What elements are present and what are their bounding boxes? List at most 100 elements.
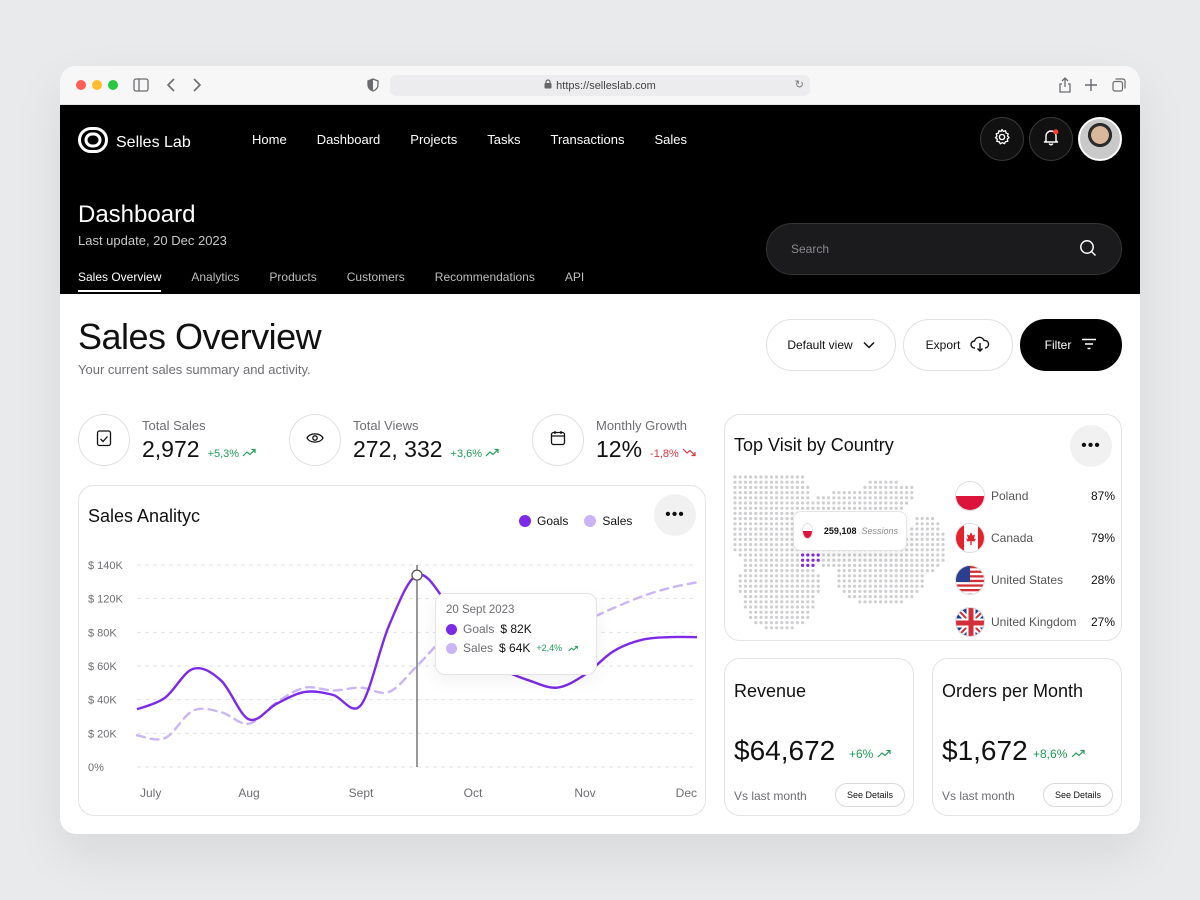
settings-button[interactable] (980, 117, 1024, 161)
map-dot (858, 595, 862, 599)
address-bar[interactable]: https://selleslab.com ↻ (390, 75, 810, 96)
map-dot (738, 527, 742, 531)
map-dot (780, 558, 784, 562)
map-dot (837, 491, 841, 495)
sidebar-toggle-icon[interactable] (132, 76, 150, 94)
map-dot (910, 584, 914, 588)
map-dot (858, 574, 862, 578)
map-dot (941, 548, 945, 552)
map-dot (775, 626, 779, 630)
new-tab-icon[interactable] (1082, 76, 1100, 94)
export-button[interactable]: Export (903, 319, 1013, 371)
nav-sales[interactable]: Sales (654, 132, 687, 147)
country-row[interactable]: United Kingdom 27% (955, 601, 1115, 643)
map-dot (759, 621, 763, 625)
map-dot (884, 553, 888, 557)
map-dot (790, 563, 794, 567)
map-dot (821, 558, 825, 562)
maximize-window-button[interactable] (108, 80, 118, 90)
tab-products[interactable]: Products (269, 270, 316, 292)
avatar[interactable] (1078, 117, 1122, 161)
map-dot (769, 558, 773, 562)
map-dot (879, 485, 883, 489)
map-dot (910, 553, 914, 557)
reload-icon[interactable]: ↻ (795, 78, 804, 91)
map-dot (775, 563, 779, 567)
revenue-see-details-button[interactable]: See Details (835, 783, 906, 807)
map-dot (743, 574, 747, 578)
map-dot (863, 595, 867, 599)
nav-home[interactable]: Home (252, 132, 287, 147)
more-options-button[interactable]: ••• (1070, 425, 1112, 467)
map-dot (743, 548, 747, 552)
map-dot (754, 589, 758, 593)
map-dot (743, 511, 747, 515)
country-row[interactable]: United States 28% (955, 559, 1115, 601)
map-dot (749, 496, 753, 500)
forward-icon[interactable] (188, 76, 206, 94)
map-dot (868, 491, 872, 495)
map-dot (759, 543, 763, 547)
map-dot (811, 506, 815, 510)
map-dot (764, 563, 768, 567)
map-dot (920, 574, 924, 578)
map-dot (811, 569, 815, 573)
map-dot (743, 522, 747, 526)
map-dot (884, 595, 888, 599)
nav-tasks[interactable]: Tasks (487, 132, 520, 147)
map-dot (910, 537, 914, 541)
search-input[interactable]: Search (766, 223, 1122, 275)
map-dot (863, 563, 867, 567)
notifications-button[interactable] (1029, 117, 1073, 161)
map-dot (749, 485, 753, 489)
map-dot (842, 496, 846, 500)
stat-monthly-growth: Monthly Growth 12% -1,8% (532, 413, 696, 467)
map-dot (806, 501, 810, 505)
tab-sales-overview[interactable]: Sales Overview (78, 270, 162, 292)
country-row[interactable]: Canada 79% (955, 517, 1115, 559)
brand[interactable]: Selles Lab (78, 127, 191, 158)
tab-api[interactable]: API (565, 270, 584, 292)
map-dot (769, 522, 773, 526)
map-dot (847, 558, 851, 562)
back-icon[interactable] (162, 76, 180, 94)
map-dot (879, 558, 883, 562)
tab-analytics[interactable]: Analytics (191, 270, 239, 292)
map-dot (795, 574, 799, 578)
shield-icon[interactable] (364, 76, 382, 94)
nav-projects[interactable]: Projects (410, 132, 457, 147)
browser-window: https://selleslab.com ↻ Selles Lab Home … (60, 66, 1140, 834)
stat-icon-wrap (532, 414, 584, 466)
default-view-label: Default view (787, 338, 853, 352)
map-dot (769, 605, 773, 609)
nav-dashboard[interactable]: Dashboard (317, 132, 381, 147)
close-window-button[interactable] (76, 80, 86, 90)
map-dot (884, 574, 888, 578)
map-dot (894, 501, 898, 505)
map-dot (764, 475, 768, 479)
filter-button[interactable]: Filter (1020, 319, 1122, 371)
share-icon[interactable] (1056, 76, 1074, 94)
orders-see-details-button[interactable]: See Details (1043, 783, 1114, 807)
nav-transactions[interactable]: Transactions (551, 132, 625, 147)
map-dot (821, 553, 825, 557)
map-dot (905, 558, 909, 562)
url-text: https://selleslab.com (556, 79, 656, 92)
tabs-overview-icon[interactable] (1110, 76, 1128, 94)
map-dot (780, 574, 784, 578)
map-dot (811, 501, 815, 505)
minimize-window-button[interactable] (92, 80, 102, 90)
map-dot (785, 595, 789, 599)
map-dot (925, 532, 929, 536)
map-dot (749, 584, 753, 588)
map-dot (780, 522, 784, 526)
default-view-dropdown[interactable]: Default view (766, 319, 896, 371)
tab-recommendations[interactable]: Recommendations (435, 270, 535, 292)
tab-customers[interactable]: Customers (347, 270, 405, 292)
map-dot (769, 511, 773, 515)
map-dot (842, 501, 846, 505)
country-row[interactable]: Poland 87% (955, 475, 1115, 517)
map-dot (941, 532, 945, 536)
map-dot (733, 511, 737, 515)
map-dot (780, 517, 784, 521)
